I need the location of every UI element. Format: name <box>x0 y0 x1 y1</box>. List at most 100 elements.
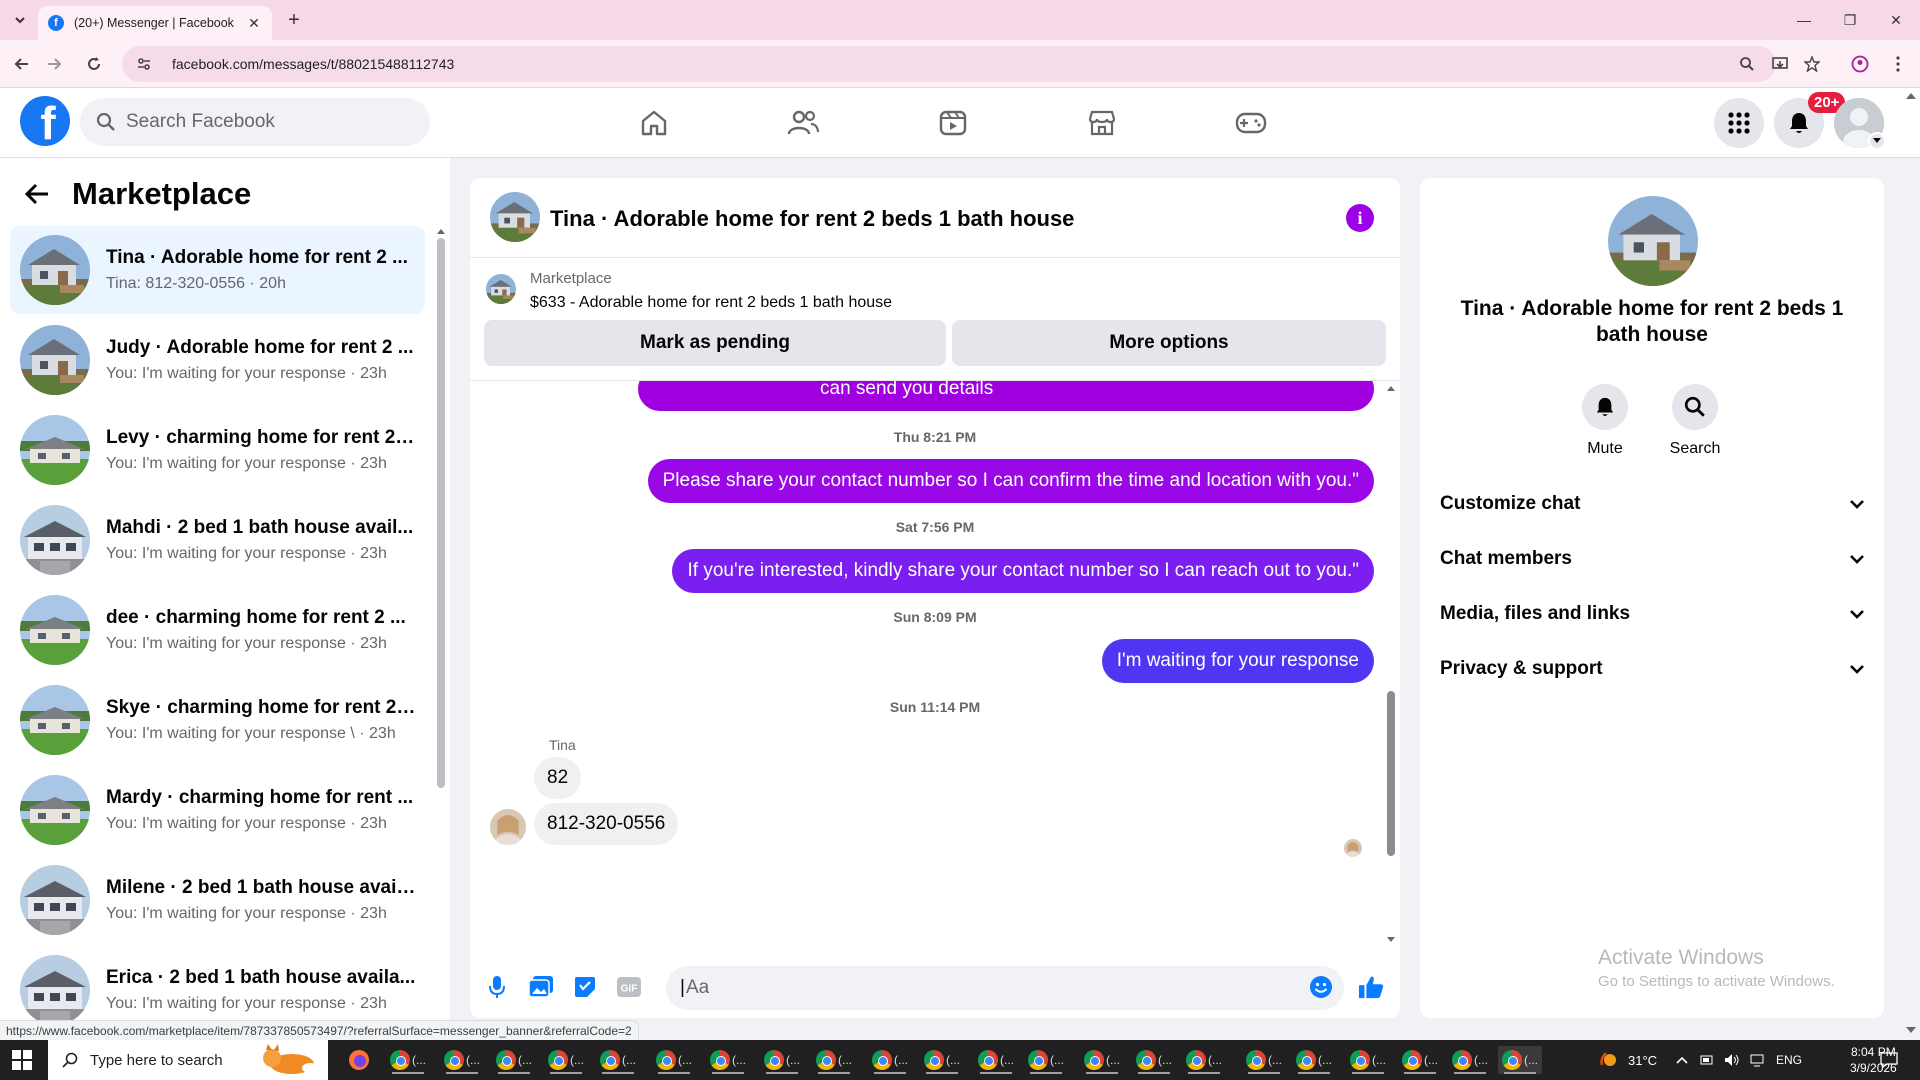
profile-icon[interactable] <box>1848 52 1872 76</box>
message-input[interactable]: | Aa <box>666 966 1344 1010</box>
conversation-item[interactable]: Milene · 2 bed 1 bath house avail... You:… <box>10 856 425 944</box>
chrome-taskbar-icon[interactable]: (... <box>1498 1046 1542 1074</box>
conversation-list-scrollbar[interactable] <box>437 228 445 788</box>
conversation-item[interactable]: Levy · charming home for rent 2 ... You: … <box>10 406 425 494</box>
page-scroll-up-icon[interactable] <box>1906 92 1916 100</box>
chrome-taskbar-icon[interactable]: (... <box>706 1046 750 1074</box>
chrome-taskbar-icon[interactable]: (... <box>812 1046 856 1074</box>
conversation-item[interactable]: Mardy · charming home for rent ... You: I… <box>10 766 425 854</box>
firefox-taskbar-icon[interactable] <box>344 1046 388 1074</box>
conversation-item[interactable]: dee · charming home for rent 2 ... You: I… <box>10 586 425 674</box>
site-info-icon[interactable] <box>136 56 152 72</box>
conversation-avatar[interactable] <box>1608 196 1698 286</box>
nav-tab-gaming[interactable] <box>1196 98 1306 148</box>
page-scroll-down-icon[interactable] <box>1906 1026 1916 1034</box>
account-chevron-icon[interactable] <box>1868 132 1886 150</box>
message-thread[interactable]: can send you details Thu 8:21 PM Please … <box>470 380 1400 950</box>
mark-as-pending-button[interactable]: Mark as pending <box>484 320 946 366</box>
menu-button[interactable] <box>1714 98 1764 148</box>
chrome-taskbar-icon[interactable]: (... <box>596 1046 640 1074</box>
restore-window-button[interactable]: ❐ <box>1830 6 1870 34</box>
address-bar[interactable]: facebook.com/messages/t/880215488112743 <box>122 46 1776 82</box>
chat-avatar[interactable] <box>490 192 540 242</box>
reload-icon[interactable] <box>82 52 106 76</box>
chrome-taskbar-icon[interactable]: (... <box>974 1046 1018 1074</box>
chevron-down-icon <box>1850 554 1864 564</box>
chrome-taskbar-icon[interactable]: (... <box>1398 1046 1442 1074</box>
close-window-button[interactable]: ✕ <box>1876 6 1916 34</box>
chrome-taskbar-icon[interactable]: (... <box>868 1046 912 1074</box>
search-in-conversation-button[interactable]: Search <box>1650 384 1740 458</box>
microphone-icon[interactable] <box>484 974 510 1000</box>
install-app-icon[interactable] <box>1768 52 1792 76</box>
gif-icon[interactable]: GIF <box>616 974 642 1000</box>
chrome-taskbar-icon[interactable]: (... <box>652 1046 696 1074</box>
chrome-taskbar-icon[interactable]: (... <box>1242 1046 1286 1074</box>
back-arrow-icon[interactable] <box>24 183 50 205</box>
more-options-button[interactable]: More options <box>952 320 1386 366</box>
message-bubble-incoming: 82 <box>534 757 582 799</box>
sticker-icon[interactable] <box>572 974 598 1000</box>
section-customize-chat[interactable]: Customize chat <box>1440 479 1864 529</box>
browser-menu-icon[interactable] <box>1886 52 1910 76</box>
conversation-item[interactable]: Tina · Adorable home for rent 2 ... Tina:… <box>10 226 425 314</box>
mute-button[interactable]: Mute <box>1560 384 1650 458</box>
close-icon[interactable]: ✕ <box>246 15 262 31</box>
chat-title[interactable]: Tina · Adorable home for rent 2 beds 1 b… <box>550 206 1074 232</box>
new-tab-button[interactable]: + <box>282 8 306 32</box>
conversation-item[interactable]: Mahdi · 2 bed 1 bath house avail... You: … <box>10 496 425 584</box>
back-icon[interactable] <box>10 52 34 76</box>
section-media-files-links[interactable]: Media, files and links <box>1440 589 1864 639</box>
zoom-icon[interactable] <box>1735 52 1759 76</box>
chrome-taskbar-icon[interactable]: (... <box>1292 1046 1336 1074</box>
chrome-taskbar-icon[interactable]: (... <box>1346 1046 1390 1074</box>
conversation-thumbnail <box>20 775 90 845</box>
chrome-taskbar-icon[interactable]: (... <box>492 1046 536 1074</box>
chrome-taskbar-icon[interactable]: (... <box>440 1046 484 1074</box>
section-privacy-support[interactable]: Privacy & support <box>1440 644 1864 694</box>
conversation-item[interactable]: Skye · charming home for rent 2 ... You: … <box>10 676 425 764</box>
emoji-icon[interactable] <box>1308 974 1334 1000</box>
facebook-logo[interactable]: f <box>20 96 70 146</box>
chrome-taskbar-icon[interactable]: (... <box>760 1046 804 1074</box>
nav-tab-friends[interactable] <box>748 98 858 148</box>
nav-tab-watch[interactable] <box>898 98 1008 148</box>
chrome-taskbar-icon[interactable]: (... <box>1182 1046 1226 1074</box>
tab-search-button[interactable] <box>8 8 32 32</box>
thumbs-up-icon[interactable] <box>1358 974 1384 1000</box>
conversation-thumbnail <box>20 505 90 575</box>
message-thread-scrollbar[interactable] <box>1387 386 1395 942</box>
info-icon[interactable]: i <box>1346 204 1374 232</box>
chrome-taskbar-icon[interactable]: (... <box>1132 1046 1176 1074</box>
browser-tab-messenger[interactable]: f (20+) Messenger | Facebook ✕ <box>38 6 272 40</box>
facebook-search-input[interactable]: Search Facebook <box>80 98 430 146</box>
chevron-down-icon <box>1850 609 1864 619</box>
listing-thumbnail[interactable] <box>486 274 516 304</box>
conversation-preview: You: I'm waiting for your response · 23h <box>106 905 387 922</box>
photo-attach-icon[interactable] <box>528 974 554 1000</box>
bookmark-star-icon[interactable] <box>1800 52 1824 76</box>
windows-start-icon[interactable] <box>12 1050 32 1070</box>
chrome-taskbar-icon[interactable]: (... <box>386 1046 430 1074</box>
chrome-taskbar-icon[interactable]: (... <box>1024 1046 1068 1074</box>
minimize-window-button[interactable]: — <box>1784 6 1824 34</box>
conversation-info-panel: Tina · Adorable home for rent 2 beds 1 b… <box>1420 178 1884 1018</box>
nav-tab-home[interactable] <box>599 98 709 148</box>
chrome-taskbar-icon[interactable]: (... <box>1448 1046 1492 1074</box>
system-tray[interactable]: ENG <box>1676 1040 1802 1080</box>
taskbar-search-input[interactable]: Type here to search <box>48 1040 328 1080</box>
chrome-taskbar-icon[interactable]: (... <box>544 1046 588 1074</box>
list-title: Marketplace <box>72 176 252 211</box>
chrome-taskbar-icon[interactable]: (... <box>920 1046 964 1074</box>
chrome-taskbar-icon[interactable]: (... <box>1080 1046 1124 1074</box>
conversation-item[interactable]: Judy · Adorable home for rent 2 ... You: … <box>10 316 425 404</box>
listing-title[interactable]: $633 - Adorable home for rent 2 beds 1 b… <box>530 294 892 312</box>
weather-widget[interactable]: 31°C <box>1598 1040 1657 1080</box>
conversation-text: Erica · 2 bed 1 bath house availa... You:… <box>106 967 416 1013</box>
sender-avatar[interactable] <box>490 809 526 845</box>
section-chat-members[interactable]: Chat members <box>1440 534 1864 584</box>
forward-icon[interactable] <box>42 52 66 76</box>
message-timestamp: Sun 11:14 PM <box>889 699 981 715</box>
nav-tab-marketplace[interactable] <box>1047 98 1157 148</box>
notification-center-icon[interactable] <box>1880 1052 1898 1068</box>
